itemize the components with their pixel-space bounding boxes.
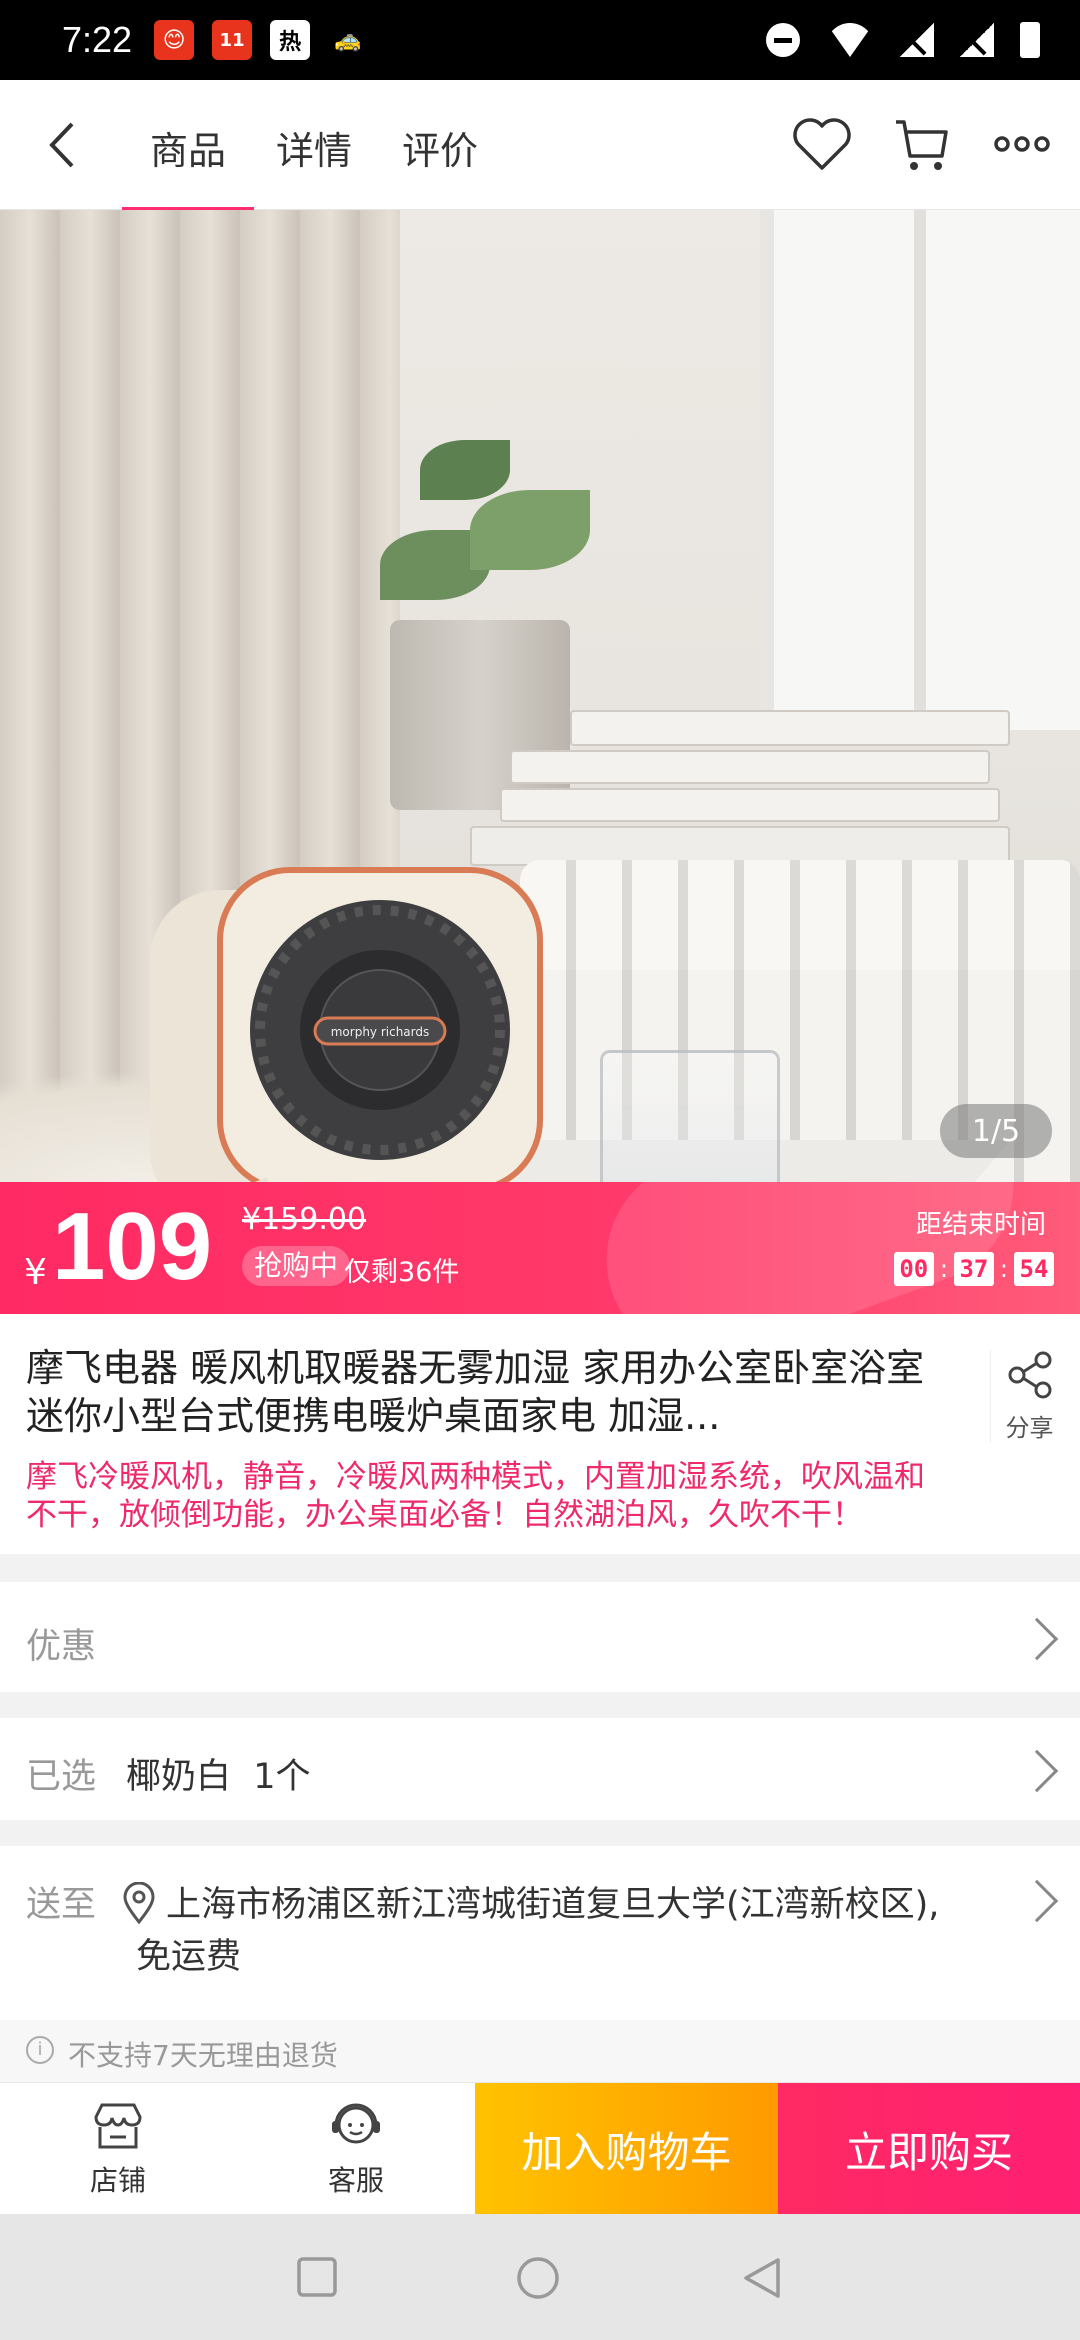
taxi-notification-icon: 🚕 <box>334 27 362 53</box>
return-policy-notice: i 不支持7天无理由退货 <box>0 2020 1080 2082</box>
cart-icon[interactable] <box>890 112 954 176</box>
water-glass <box>600 1050 780 1182</box>
store-label: 店铺 <box>89 2164 146 2197</box>
flash-sale-badge: 抢购中 <box>242 1246 351 1286</box>
location-pin-icon <box>123 1882 155 1924</box>
discount-row[interactable]: 优惠 <box>0 1582 1080 1692</box>
back-icon[interactable] <box>38 118 92 172</box>
countdown-hours: 00 <box>893 1252 934 1286</box>
shopping-notification-icon: 11 <box>212 20 253 60</box>
discount-label: 优惠 <box>26 1627 97 1667</box>
hot-notification-icon: 热 <box>270 20 311 60</box>
status-bar: 7:22 😊 11 热 🚕 <box>0 0 1080 80</box>
do-not-disturb-icon <box>766 23 800 57</box>
signal-2-icon <box>960 23 994 57</box>
gallery-counter: 1/5 <box>940 1104 1052 1158</box>
original-price: ¥159.00 <box>242 1202 367 1237</box>
product-image-gallery[interactable]: morphy richards 1/5 <box>0 210 1080 1182</box>
shipping-fee: 免运费 <box>136 1937 242 1977</box>
svg-text:morphy richards: morphy richards <box>331 1025 430 1039</box>
tab-product[interactable]: 商品 <box>122 120 255 210</box>
customer-service-button[interactable]: 客服 <box>296 2101 416 2199</box>
countdown-timer: 00 : 37 : 54 <box>893 1252 1054 1286</box>
home-icon[interactable] <box>516 2256 560 2300</box>
store-button[interactable]: 店铺 <box>58 2101 178 2199</box>
stock-remaining: 仅剩36件 <box>344 1257 460 1288</box>
favorite-heart-icon[interactable] <box>790 112 854 176</box>
return-policy-text: 不支持7天无理由退货 <box>68 2039 338 2072</box>
flash-sale-price-bar: ¥ 109 ¥159.00 抢购中 仅剩36件 距结束时间 00 : 37 : … <box>0 1182 1080 1314</box>
top-navigation: 商品 详情 评价 <box>0 80 1080 210</box>
tab-details[interactable]: 详情 <box>276 120 352 210</box>
shipping-row[interactable]: 送至 上海市杨浦区新江湾城街道复旦大学(江湾新校区), 免运费 <box>0 1846 1080 2020</box>
customer-service-icon <box>332 2103 380 2144</box>
buy-now-button[interactable]: 立即购买 <box>778 2083 1080 2215</box>
signal-icon <box>900 23 934 57</box>
app-notification-icon: 😊 <box>154 20 195 60</box>
chevron-right-icon <box>1015 1617 1059 1661</box>
radiator <box>520 860 1080 980</box>
countdown-seconds: 54 <box>1014 1252 1054 1286</box>
wifi-icon <box>826 23 874 57</box>
selected-variant-value: 椰奶白 1个 <box>126 1757 311 1797</box>
recent-apps-icon[interactable] <box>296 2256 338 2298</box>
chevron-right-icon <box>1015 1749 1059 1793</box>
selected-variant-row[interactable]: 已选 椰奶白 1个 <box>0 1718 1080 1820</box>
plant-leaf <box>470 490 590 570</box>
product-description: 摩飞冷暖风机，静音，冷暖风两种模式，内置加湿系统，吹风温和不干，放倾倒功能，办公… <box>26 1459 925 1533</box>
info-icon: i <box>26 2036 54 2064</box>
book-stack <box>470 700 1030 870</box>
window-background <box>760 210 1080 730</box>
battery-icon <box>1020 22 1040 58</box>
share-icon <box>1008 1351 1051 1399</box>
countdown-minutes: 37 <box>953 1252 994 1286</box>
share-label: 分享 <box>1005 1414 1054 1442</box>
shipping-address: 上海市杨浦区新江湾城街道复旦大学(江湾新校区), <box>166 1885 940 1925</box>
currency-symbol: ¥ <box>24 1252 47 1293</box>
tab-reviews[interactable]: 评价 <box>402 120 478 210</box>
countdown-label: 距结束时间 <box>915 1210 1046 1240</box>
status-time: 7:22 <box>62 19 133 60</box>
share-button[interactable]: 分享 <box>990 1350 1060 1443</box>
chevron-right-icon <box>1015 1879 1059 1923</box>
product-info-card: 摩飞电器 暖风机取暖器无雾加湿 家用办公室卧室浴室迷你小型台式便携电暖炉桌面家电… <box>0 1314 1080 1554</box>
system-navigation-bar <box>0 2214 1080 2340</box>
back-nav-icon[interactable] <box>740 2256 784 2300</box>
bottom-action-bar: 店铺 客服 加入购物车 立即购买 <box>0 2082 1080 2215</box>
add-to-cart-button[interactable]: 加入购物车 <box>475 2083 778 2215</box>
customer-service-label: 客服 <box>327 2164 384 2197</box>
current-price: 109 <box>52 1193 213 1300</box>
heater-product-image: morphy richards <box>150 867 543 1182</box>
product-title: 摩飞电器 暖风机取暖器无雾加湿 家用办公室卧室浴室迷你小型台式便携电暖炉桌面家电… <box>26 1346 925 1438</box>
selected-label: 已选 <box>26 1757 97 1797</box>
plant-leaf <box>420 440 510 500</box>
store-icon <box>94 2103 142 2149</box>
more-options-icon[interactable] <box>990 112 1054 176</box>
ship-to-label: 送至 <box>26 1885 97 1925</box>
